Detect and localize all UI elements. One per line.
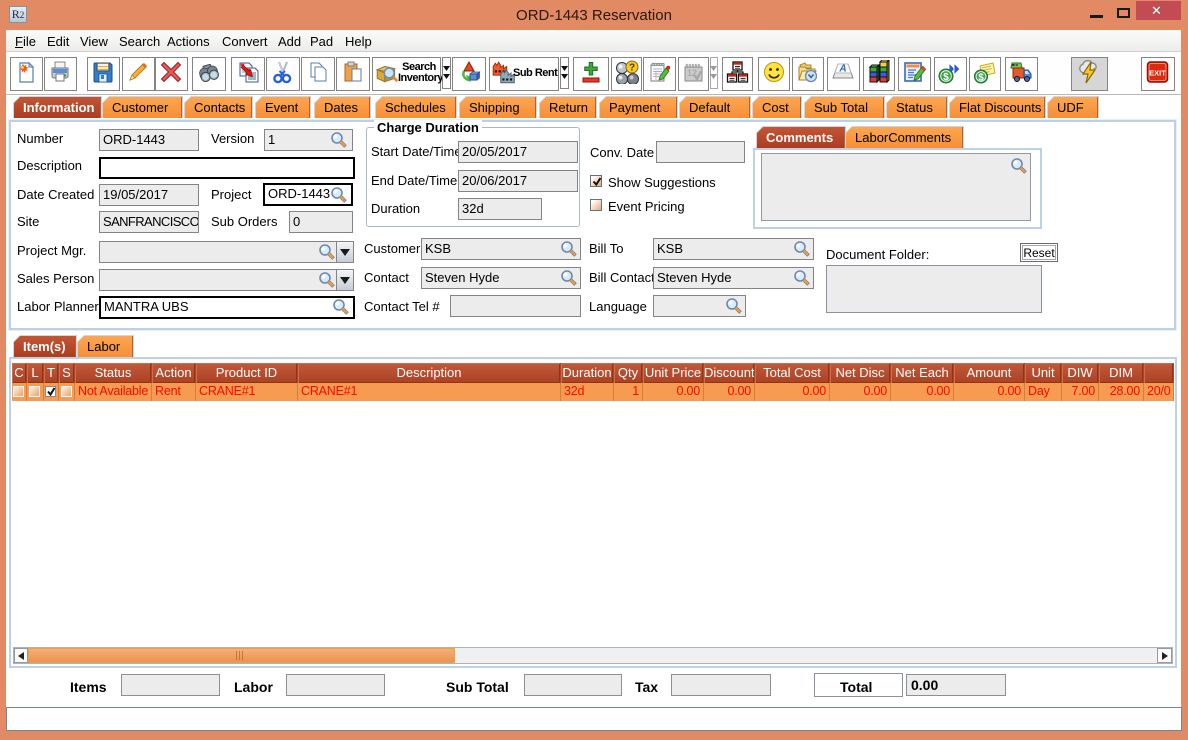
svg-text:EXIT: EXIT: [1149, 69, 1166, 78]
svg-text:A: A: [838, 64, 846, 75]
svg-text:$: $: [943, 72, 949, 83]
svg-text:$: $: [978, 73, 984, 84]
svg-text:?: ?: [629, 63, 635, 74]
